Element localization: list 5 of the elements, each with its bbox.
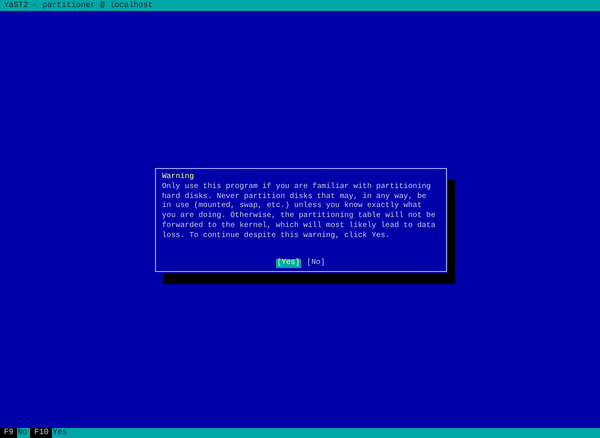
function-key[interactable]: F10	[30, 428, 52, 438]
window-title: YaST2 - partitioner @ localhost	[0, 0, 600, 11]
function-key-label: No	[16, 428, 28, 438]
function-key-label: Yes	[52, 428, 68, 438]
function-key[interactable]: F9	[0, 428, 17, 438]
